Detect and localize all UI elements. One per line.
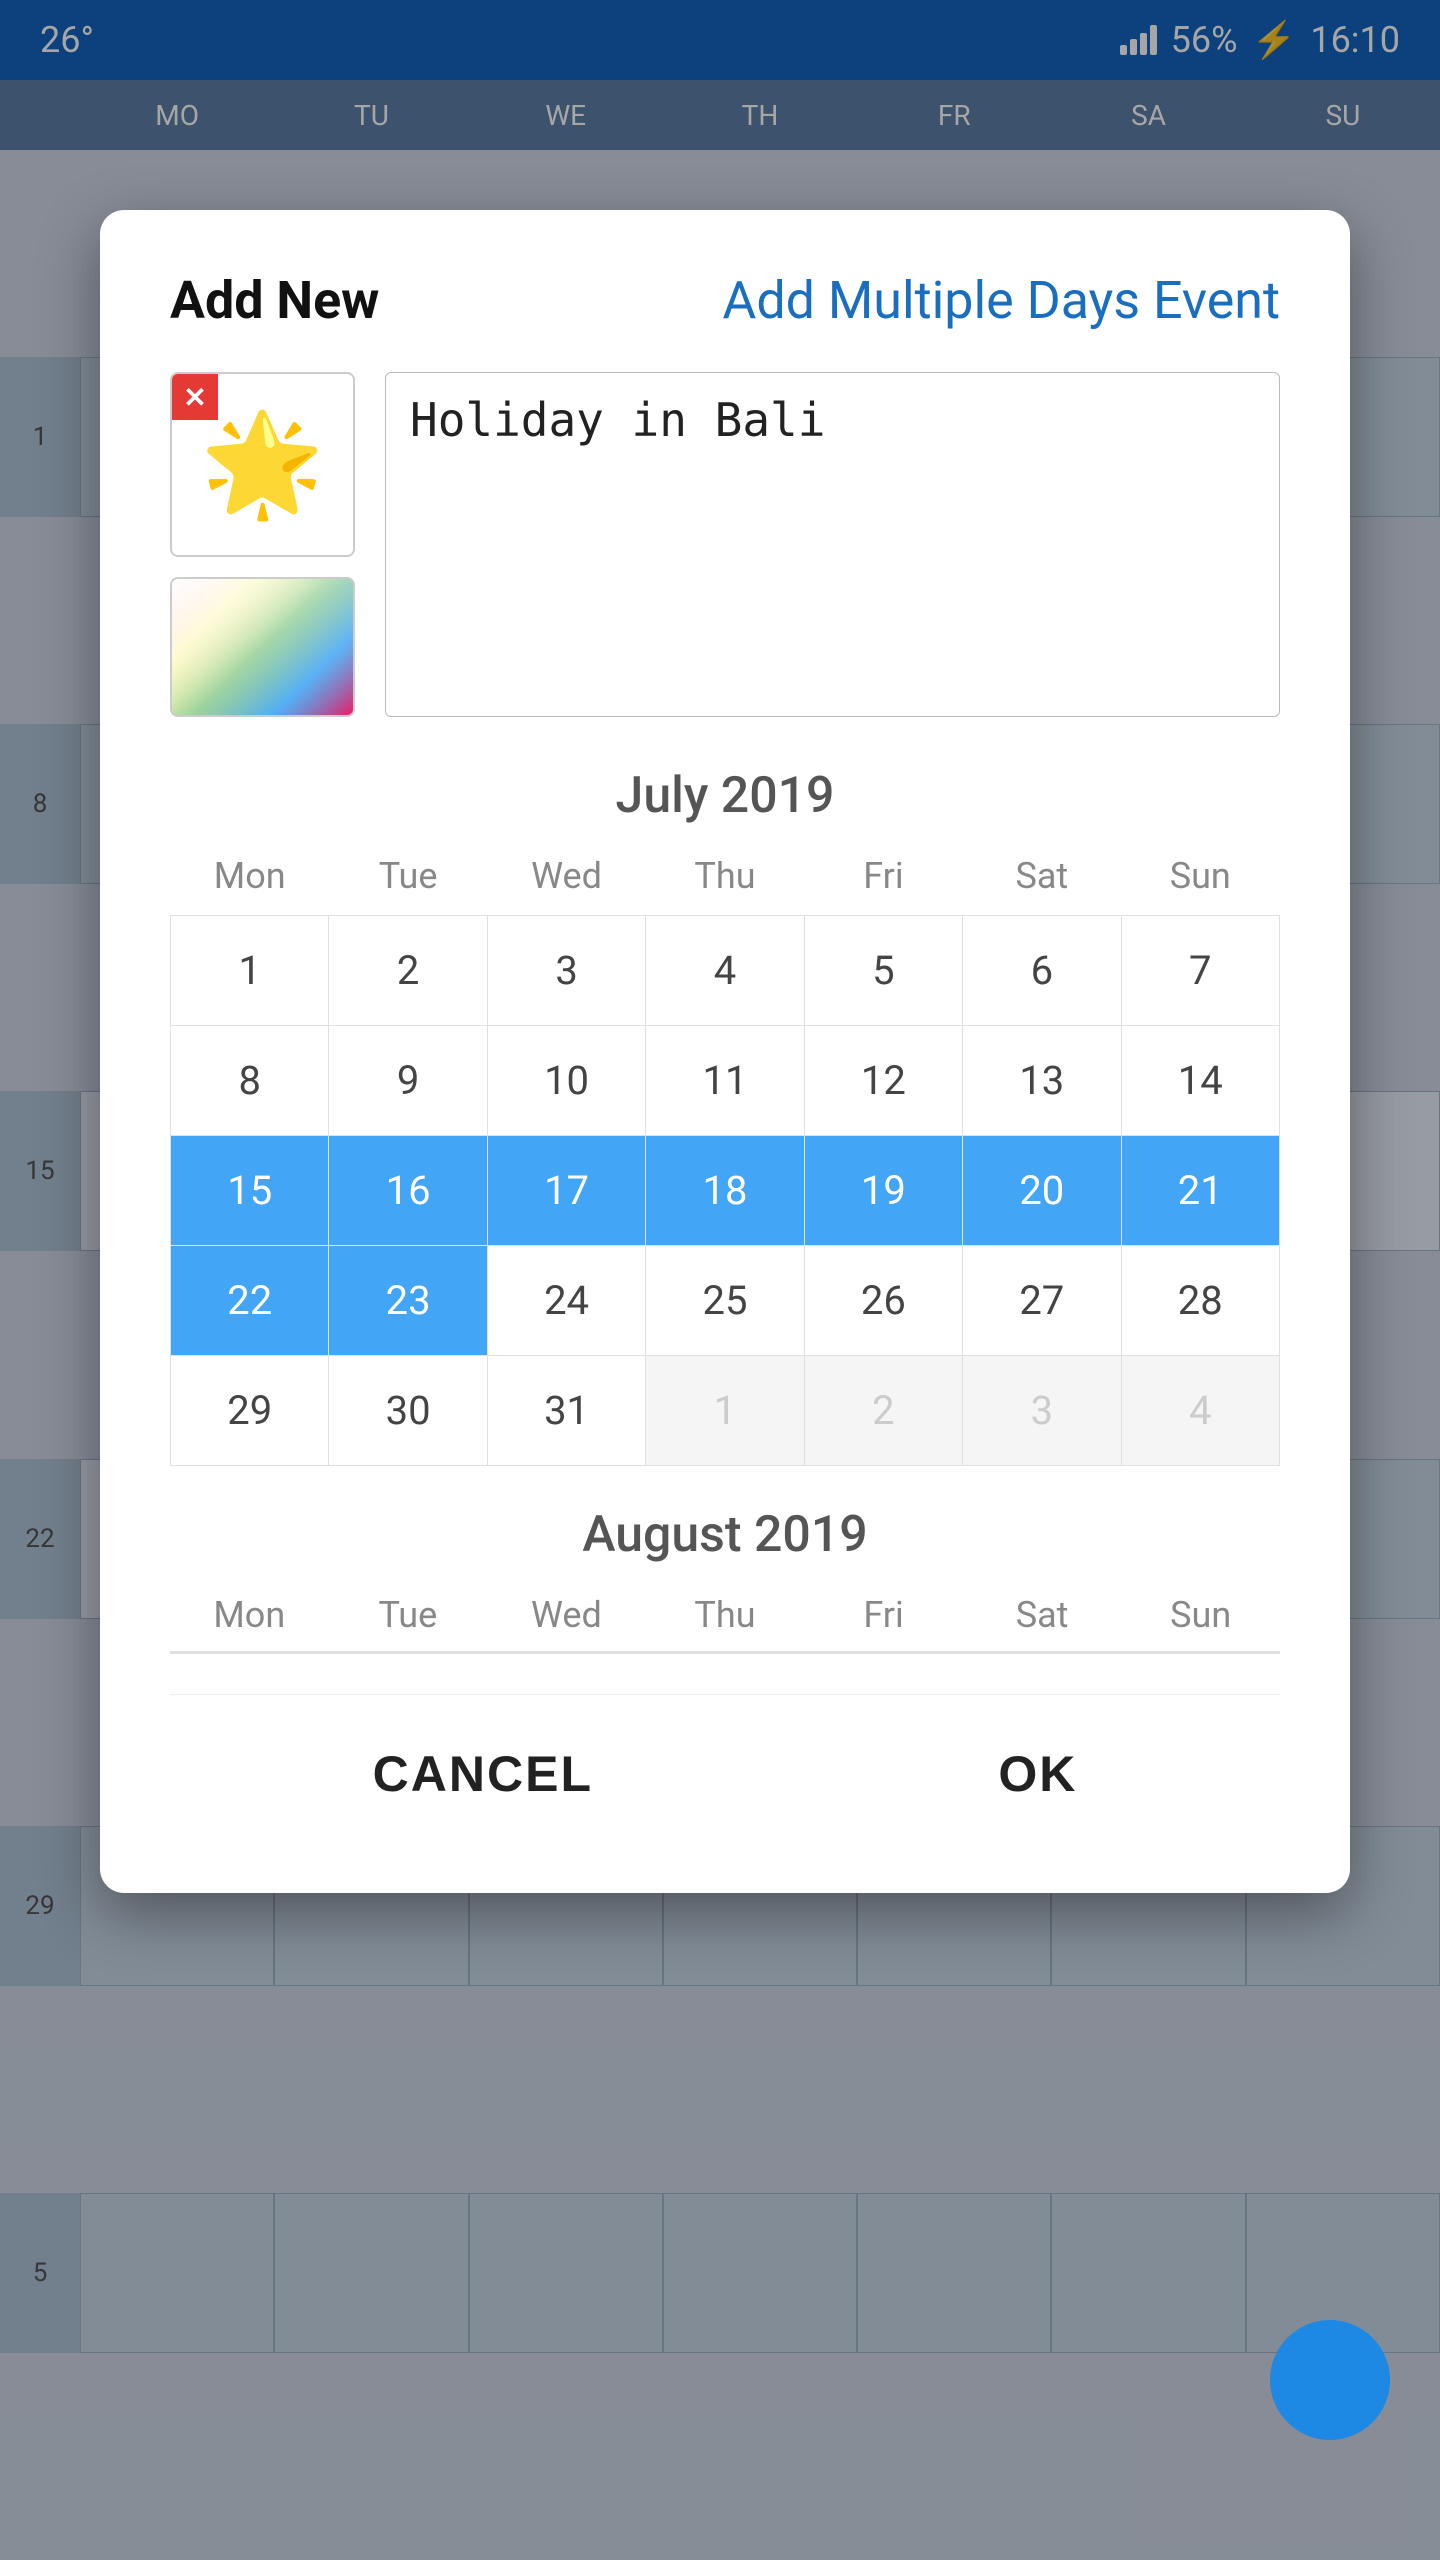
add-new-label: Add New (170, 270, 379, 331)
table-row[interactable]: 5 (804, 916, 962, 1026)
table-row[interactable]: 22 (171, 1246, 329, 1356)
table-row[interactable]: 10 (487, 1026, 645, 1136)
august-divider (170, 1651, 1280, 1654)
sun-icon: 🌟 (200, 406, 325, 523)
add-event-dialog: Add New Add Multiple Days Event 🌟 Holida… (100, 210, 1350, 1893)
table-row[interactable]: 28 (1121, 1246, 1279, 1356)
august-month-title: August 2019 (170, 1506, 1280, 1564)
table-row[interactable]: 21 (1121, 1136, 1279, 1246)
table-row[interactable]: 20 (963, 1136, 1121, 1246)
august-calendar-section: August 2019 Mon Tue Wed Thu Fri Sat Sun (170, 1506, 1280, 1654)
table-row[interactable]: 23 (329, 1246, 487, 1356)
col-header-sun: Sun (1121, 855, 1279, 916)
col-header-wed: Wed (487, 855, 645, 916)
table-row[interactable]: 8 (171, 1026, 329, 1136)
table-row[interactable]: 7 (1121, 916, 1279, 1026)
icon-input-row: 🌟 Holiday in Bali (170, 372, 1280, 717)
col-header-tue: Tue (329, 855, 487, 916)
icon-column: 🌟 (170, 372, 355, 717)
table-row[interactable]: 24 (487, 1246, 645, 1356)
color-picker-box[interactable] (170, 577, 355, 717)
table-row[interactable]: 13 (963, 1026, 1121, 1136)
table-row: 1 (646, 1356, 804, 1466)
dialog-title: Add Multiple Days Event (722, 270, 1280, 332)
fab-button-background (1270, 2320, 1390, 2440)
col-header-mon: Mon (171, 855, 329, 916)
remove-icon-badge[interactable] (172, 374, 218, 420)
table-row[interactable]: 17 (487, 1136, 645, 1246)
table-row[interactable]: 6 (963, 916, 1121, 1026)
table-row[interactable]: 3 (487, 916, 645, 1026)
event-icon-box[interactable]: 🌟 (170, 372, 355, 557)
table-row[interactable]: 19 (804, 1136, 962, 1246)
table-row[interactable]: 2 (329, 916, 487, 1026)
ok-button[interactable]: OK (918, 1725, 1157, 1823)
cancel-button[interactable]: CANCEL (293, 1725, 673, 1823)
table-row[interactable]: 30 (329, 1356, 487, 1466)
table-row[interactable]: 25 (646, 1246, 804, 1356)
table-row[interactable]: 12 (804, 1026, 962, 1136)
col-header-fri: Fri (804, 855, 962, 916)
table-row: 4 (1121, 1356, 1279, 1466)
col-header-sat: Sat (963, 855, 1121, 916)
table-row[interactable]: 9 (329, 1026, 487, 1136)
dialog-header: Add New Add Multiple Days Event (170, 270, 1280, 332)
table-row: 2 (804, 1356, 962, 1466)
col-header-thu: Thu (646, 855, 804, 916)
table-row[interactable]: 15 (171, 1136, 329, 1246)
table-row[interactable]: 18 (646, 1136, 804, 1246)
table-row[interactable]: 16 (329, 1136, 487, 1246)
table-row[interactable]: 14 (1121, 1026, 1279, 1136)
table-row[interactable]: 27 (963, 1246, 1121, 1356)
table-row: 3 (963, 1356, 1121, 1466)
table-row[interactable]: 11 (646, 1026, 804, 1136)
july-month-title: July 2019 (170, 767, 1280, 825)
table-row[interactable]: 1 (171, 916, 329, 1026)
table-row[interactable]: 26 (804, 1246, 962, 1356)
table-row[interactable]: 31 (487, 1356, 645, 1466)
table-row[interactable]: 4 (646, 916, 804, 1026)
event-name-input[interactable]: Holiday in Bali (385, 372, 1280, 717)
july-calendar-grid: Mon Tue Wed Thu Fri Sat Sun 123456789101… (170, 855, 1280, 1466)
table-row[interactable]: 29 (171, 1356, 329, 1466)
dialog-footer: CANCEL OK (170, 1694, 1280, 1823)
august-day-headers: Mon Tue Wed Thu Fri Sat Sun (170, 1594, 1280, 1646)
july-calendar-section: July 2019 Mon Tue Wed Thu Fri Sat Sun 12… (170, 767, 1280, 1466)
